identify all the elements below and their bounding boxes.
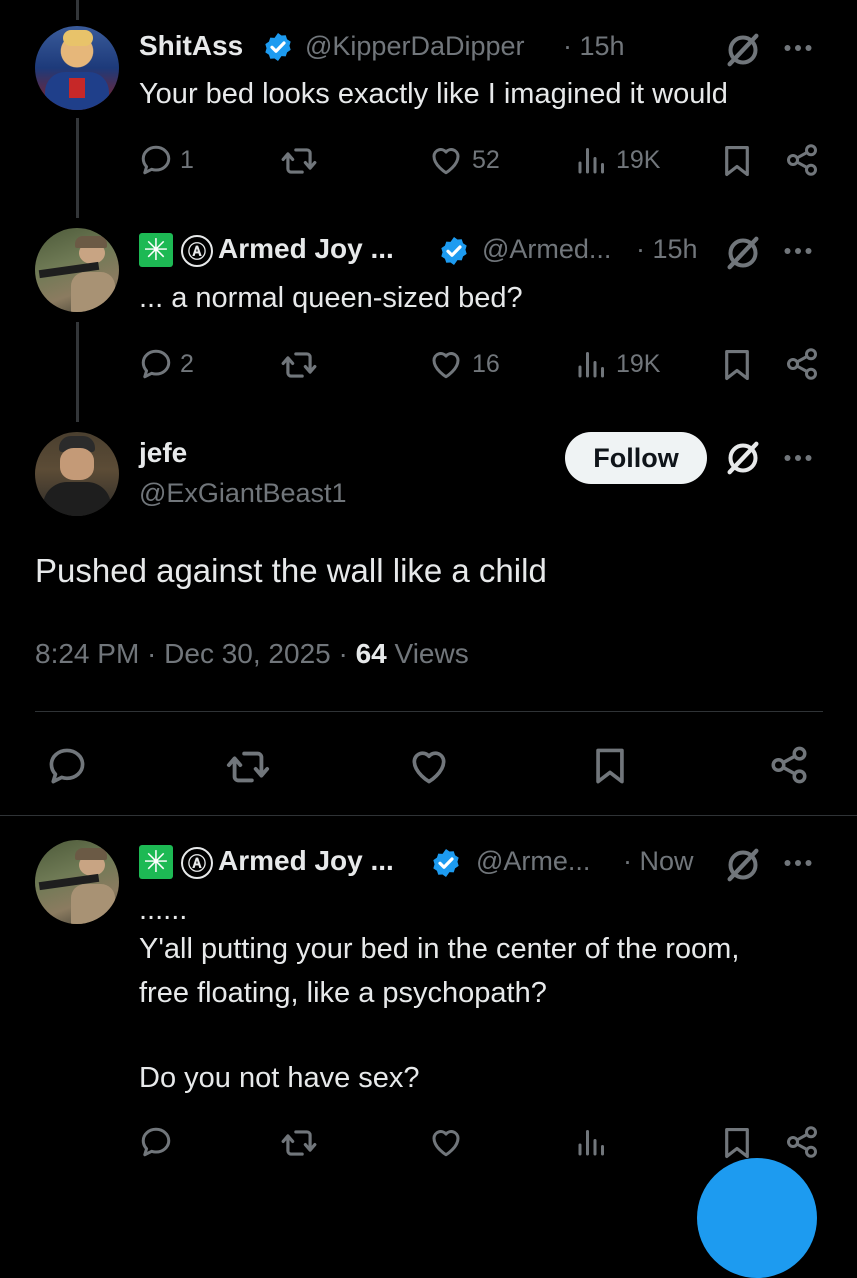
more-icon[interactable] bbox=[780, 233, 816, 269]
tweet-text: ... a normal queen-sized bed? bbox=[139, 282, 523, 314]
tweet-text-line: free floating, like a psychopath? bbox=[139, 977, 547, 1009]
flag-icon: ✳ bbox=[139, 845, 173, 879]
bookmark-icon[interactable] bbox=[718, 1124, 756, 1162]
thread-line bbox=[76, 0, 79, 20]
author-handle[interactable]: @ExGiantBeast1 bbox=[139, 478, 347, 509]
more-icon[interactable] bbox=[780, 30, 816, 66]
grok-icon[interactable] bbox=[723, 233, 763, 273]
grok-icon[interactable] bbox=[723, 438, 763, 478]
reply-icon bbox=[138, 142, 174, 178]
like-icon bbox=[428, 142, 464, 178]
retweet-icon[interactable] bbox=[225, 744, 271, 790]
share-icon[interactable] bbox=[768, 744, 810, 786]
author-handle[interactable]: @Arme... bbox=[476, 846, 590, 877]
tweet-date: 8:24 PM · Dec 30, 2025 · bbox=[35, 638, 356, 669]
thread-line bbox=[76, 118, 79, 218]
main-tweet-text: Pushed against the wall like a child bbox=[35, 552, 547, 589]
tweet-time: · 15h bbox=[563, 31, 625, 61]
share-icon[interactable] bbox=[784, 142, 820, 178]
views-button[interactable]: 19K bbox=[574, 346, 660, 382]
views-icon[interactable] bbox=[574, 1124, 610, 1160]
tweet-time: · 15h bbox=[636, 234, 698, 264]
avatar[interactable] bbox=[35, 432, 119, 516]
grok-icon[interactable] bbox=[723, 845, 763, 885]
more-icon[interactable] bbox=[780, 845, 816, 881]
views-button[interactable]: 19K bbox=[574, 142, 660, 178]
avatar[interactable] bbox=[35, 26, 119, 110]
retweet-icon bbox=[280, 346, 318, 384]
avatar[interactable] bbox=[35, 840, 119, 924]
verified-badge-icon bbox=[262, 31, 294, 63]
avatar[interactable] bbox=[35, 228, 119, 312]
tweet-time: · Now bbox=[623, 846, 694, 876]
tweet-text-line: Y'all putting your bed in the center of … bbox=[139, 933, 740, 965]
retweet-icon bbox=[280, 142, 318, 180]
share-icon[interactable] bbox=[784, 346, 820, 382]
reply-button[interactable]: 1 bbox=[138, 142, 194, 178]
like-button[interactable]: 52 bbox=[428, 142, 500, 178]
tweet-timestamp: 8:24 PM · Dec 30, 2025 · 64 Views bbox=[35, 638, 469, 670]
author-name[interactable]: Armed Joy ... bbox=[218, 233, 394, 265]
views-count: 19K bbox=[616, 145, 661, 174]
reply-icon bbox=[138, 346, 174, 382]
retweet-button[interactable] bbox=[280, 142, 318, 185]
bookmark-icon[interactable] bbox=[718, 142, 756, 180]
like-button[interactable]: 16 bbox=[428, 346, 500, 382]
divider bbox=[0, 815, 857, 816]
verified-badge-icon bbox=[438, 235, 470, 267]
anarchy-icon: Ⓐ bbox=[181, 235, 213, 267]
tweet-text-line: Do you not have sex? bbox=[139, 1062, 420, 1094]
views-icon bbox=[574, 346, 610, 382]
reply-icon[interactable] bbox=[138, 1124, 174, 1160]
reply-button[interactable]: 2 bbox=[138, 346, 194, 382]
thread-line bbox=[76, 322, 79, 422]
author-name[interactable]: Armed Joy ... bbox=[218, 845, 394, 877]
flag-icon: ✳ bbox=[139, 233, 173, 267]
retweet-icon[interactable] bbox=[280, 1124, 318, 1162]
reply-count: 1 bbox=[180, 145, 194, 174]
like-count: 16 bbox=[472, 349, 500, 378]
views-icon bbox=[574, 142, 610, 178]
bookmark-icon[interactable] bbox=[588, 744, 632, 788]
author-handle[interactable]: @KipperDaDipper bbox=[305, 31, 525, 62]
reply-count: 2 bbox=[180, 349, 194, 378]
author-handle[interactable]: @Armed... bbox=[482, 234, 611, 265]
like-icon[interactable] bbox=[407, 744, 451, 788]
bookmark-icon[interactable] bbox=[718, 346, 756, 384]
tweet-text: Your bed looks exactly like I imagined i… bbox=[139, 78, 728, 110]
author-name[interactable]: jefe bbox=[139, 437, 187, 469]
like-icon bbox=[428, 346, 464, 382]
like-icon[interactable] bbox=[428, 1124, 464, 1160]
view-count: 64 bbox=[355, 638, 387, 669]
compose-button[interactable] bbox=[697, 1158, 817, 1278]
views-label: Views bbox=[386, 638, 469, 669]
follow-button[interactable]: Follow bbox=[565, 432, 707, 484]
reply-icon[interactable] bbox=[45, 744, 89, 788]
share-icon[interactable] bbox=[784, 1124, 820, 1160]
author-name[interactable]: ShitAss bbox=[139, 30, 243, 62]
divider bbox=[35, 711, 823, 712]
retweet-button[interactable] bbox=[280, 346, 318, 389]
anarchy-icon: Ⓐ bbox=[181, 847, 213, 879]
views-count: 19K bbox=[616, 349, 661, 378]
more-icon[interactable] bbox=[780, 440, 816, 476]
verified-badge-icon bbox=[430, 847, 462, 879]
grok-icon[interactable] bbox=[723, 30, 763, 70]
tweet-text-line: ...... bbox=[139, 894, 188, 926]
like-count: 52 bbox=[472, 145, 500, 174]
